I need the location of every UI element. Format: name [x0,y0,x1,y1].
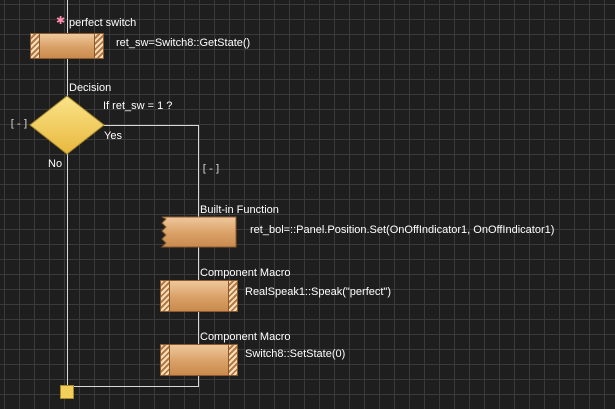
decision-collapse-toggle[interactable]: [-] [9,117,29,130]
decision-end-connector[interactable] [60,385,74,399]
start-label: perfect switch [69,17,137,29]
component-macro-block-1[interactable] [160,280,238,312]
block-stripe-icon [94,34,103,58]
block-stripe-icon [161,345,170,375]
start-star-icon: ✱ [56,14,66,27]
macro2-text: Switch8::SetState(0) [245,348,346,360]
macro2-title: Component Macro [200,331,291,343]
component-macro-block-2[interactable] [160,344,238,376]
yes-branch-line-top [103,125,199,126]
block-stripe-icon [161,281,170,311]
decision-no-label: No [48,158,63,170]
macro1-title: Component Macro [200,267,291,279]
calculation-text: ret_sw=Switch8::GetState() [116,37,251,49]
macro1-text: RealSpeak1::Speak("perfect") [245,286,391,298]
calculation-block[interactable] [30,33,104,59]
block-stripe-icon [31,34,40,58]
decision-diamond[interactable] [29,95,105,155]
block-stripe-icon [228,345,237,375]
block-stripe-icon [228,281,237,311]
decision-title: Decision [69,82,112,94]
yes-branch-collapse-toggle[interactable]: [-] [201,162,221,175]
top-entry-line [67,0,68,12]
main-flow-line [67,0,68,395]
merge-line [67,386,199,387]
builtin-function-block[interactable] [160,216,238,248]
builtin-text: ret_bol=::Panel.Position.Set(OnOffIndica… [250,224,555,236]
decision-condition: If ret_sw = 1 ? [103,100,173,112]
decision-yes-label: Yes [104,130,122,142]
builtin-title: Built-in Function [200,204,279,216]
